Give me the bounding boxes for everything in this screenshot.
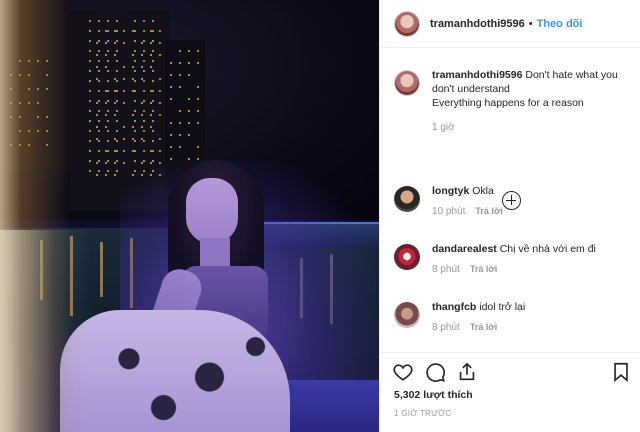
author-avatar[interactable] [394,10,420,37]
follow-button[interactable]: Theo dõi [537,18,583,30]
comment-text: thangfcb idol trở lại [432,300,632,314]
person-skirt [60,310,290,432]
post-sidebar: tramanhdothi9596 • Theo dõi tramanhdothi… [379,0,640,432]
reply-button[interactable]: Trả lời [470,264,497,275]
post-timestamp: 1 GIỜ TRƯỚC [394,409,452,418]
comment-body: thangfcb idol trở lại 8 phút Trả lời [432,300,632,333]
post-header: tramanhdothi9596 • Theo dõi [380,0,640,48]
comment-message: Okla [472,185,494,197]
caption: tramanhdothi9596 Don't hate what you don… [394,68,634,133]
reply-button[interactable]: Trả lời [470,322,497,333]
comment-item: thangfcb idol trở lại 8 phút Trả lời [394,300,634,333]
comment-message: idol trở lại [479,301,526,313]
post-photo[interactable] [0,0,379,432]
comment-username[interactable]: dandarealest [432,243,497,255]
comment-icon[interactable] [424,361,446,383]
author-username[interactable]: tramanhdothi9596 [430,18,525,30]
caption-time[interactable]: 1 giờ [432,122,455,133]
person-face [186,178,238,244]
action-icons [392,361,632,383]
commenter-avatar[interactable] [394,302,420,328]
comment-meta: 8 phút Trả lời [432,264,632,275]
comment-text: longtyk Okla [432,184,632,198]
comment-username[interactable]: longtyk [432,185,469,197]
comment-message: Chị về nhà với em đi [499,243,596,255]
caption-body: tramanhdothi9596 Don't hate what you don… [432,68,632,133]
separator-dot: • [528,17,533,30]
reply-button[interactable]: Trả lời [475,206,502,217]
caption-username[interactable]: tramanhdothi9596 [432,69,522,81]
commenter-avatar[interactable] [394,244,420,270]
caption-avatar[interactable] [394,70,420,96]
comment-body: dandarealest Chị về nhà với em đi 8 phút… [432,242,632,275]
likes-count[interactable]: 5,302 lượt thích [394,389,473,401]
light-leak-lower [0,230,90,432]
comments-list[interactable]: tramanhdothi9596 Don't hate what you don… [380,48,640,352]
share-icon[interactable] [456,361,478,383]
bookmark-icon[interactable] [610,361,632,383]
comment-time[interactable]: 10 phút [432,206,465,217]
comment-meta: 8 phút Trả lời [432,322,632,333]
comment-item: longtyk Okla 10 phút Trả lời [394,184,634,217]
commenter-avatar[interactable] [394,186,420,212]
caption-meta: 1 giờ [432,122,632,133]
caption-line-2: Everything happens for a reason [432,97,584,109]
comment-body: longtyk Okla 10 phút Trả lời [432,184,632,217]
comment-text: dandarealest Chị về nhà với em đi [432,242,632,256]
heart-icon[interactable] [392,361,414,383]
comment-time[interactable]: 8 phút [432,322,460,333]
action-bar: 5,302 lượt thích 1 GIỜ TRƯỚC [380,352,640,432]
comment-meta: 10 phút Trả lời [432,206,632,217]
caption-text: tramanhdothi9596 Don't hate what you don… [432,68,632,110]
comment-username[interactable]: thangfcb [432,301,476,313]
comment-item: dandarealest Chị về nhà với em đi 8 phút… [394,242,634,275]
comment-time[interactable]: 8 phút [432,264,460,275]
